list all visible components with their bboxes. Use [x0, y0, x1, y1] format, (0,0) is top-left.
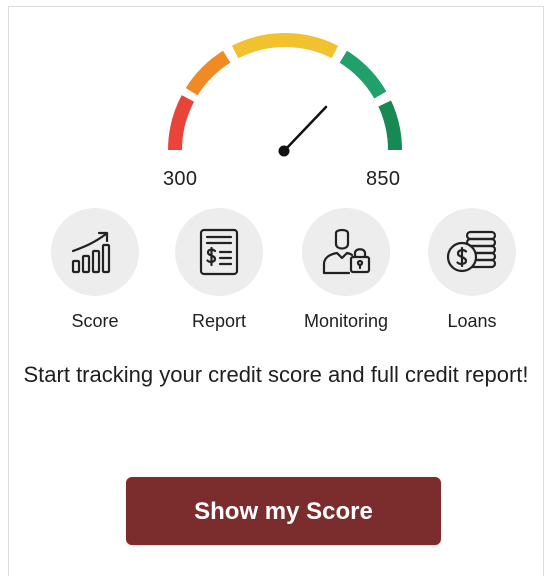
coin-stack-icon	[446, 230, 497, 273]
gauge-segment-yellow	[231, 33, 339, 59]
gauge-segment-red	[168, 95, 195, 151]
gauge-segment-orange	[185, 50, 231, 96]
feature-report: Report	[154, 208, 284, 332]
bar-chart-trend-icon	[71, 231, 111, 274]
feature-score: Score	[30, 208, 160, 332]
feature-loans: Loans	[407, 208, 537, 332]
show-my-score-button[interactable]: Show my Score	[126, 477, 441, 545]
gauge-needle	[282, 105, 328, 153]
feature-monitoring-label: Monitoring	[303, 311, 389, 331]
credit-score-gauge: 300 850	[0, 0, 552, 200]
feature-report-label: Report	[191, 311, 247, 331]
feature-score-label: Score	[71, 311, 119, 331]
user-lock-icon	[322, 228, 371, 275]
tagline-text: Start tracking your credit score and ful…	[23, 362, 529, 387]
feature-list: Score Report Monitoring Loans	[0, 208, 552, 338]
gauge-max-label: 850	[366, 168, 401, 190]
feature-monitoring-icon-circle	[302, 208, 390, 296]
gauge-arc	[168, 33, 403, 157]
gauge-min-label: 300	[163, 168, 198, 190]
feature-report-icon-circle	[175, 208, 263, 296]
feature-loans-label: Loans	[447, 311, 497, 331]
gauge-segment-green-dark	[378, 100, 403, 151]
gauge-needle-pivot	[278, 145, 290, 157]
dollar-document-icon	[199, 228, 239, 276]
feature-loans-icon-circle	[428, 208, 516, 296]
gauge-segment-green-light	[339, 50, 387, 99]
feature-score-icon-circle	[51, 208, 139, 296]
feature-monitoring: Monitoring	[281, 208, 411, 332]
